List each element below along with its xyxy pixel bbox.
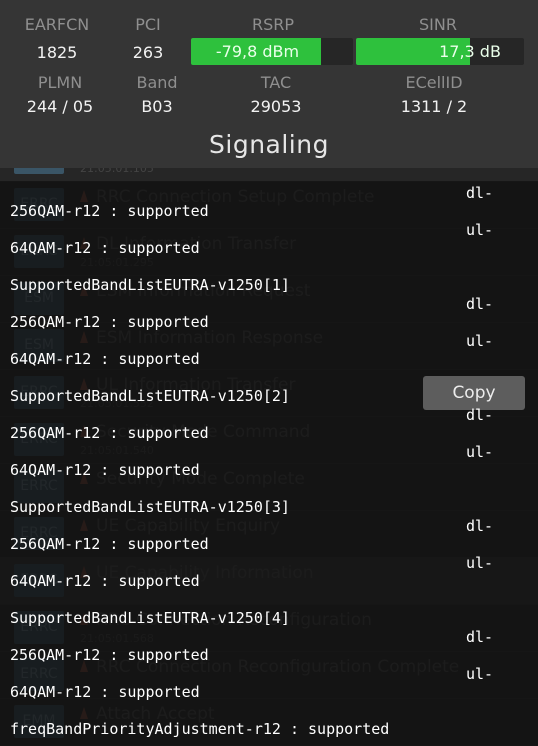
earfcn-label: EARFCN	[24, 15, 90, 34]
pci-value: 263	[132, 43, 164, 62]
detail-line: 64QAM-r12 : supported	[10, 350, 200, 368]
detail-line: SupportedBandListEUTRA-v1250[4]	[10, 609, 290, 627]
detail-line: 64QAM-r12 : supported	[10, 572, 200, 590]
detail-side-text: dl-	[466, 295, 494, 313]
list-item[interactable]: 21:05:01.105	[0, 168, 538, 182]
detail-line: 64QAM-r12 : supported	[10, 239, 200, 257]
detail-line: 64QAM-r12 : supported	[10, 683, 200, 701]
detail-line: 64QAM-r12 : supported	[10, 461, 200, 479]
ecellid-value: 1311 / 2	[400, 97, 468, 116]
message-detail-overlay: Copy 256QAM-r12 : supported 64QAM-r12 : s…	[0, 181, 538, 746]
message-type-badge	[14, 168, 64, 174]
pci-label: PCI	[135, 15, 161, 34]
detail-line: 256QAM-r12 : supported	[10, 646, 209, 664]
detail-side-text: dl-	[466, 628, 494, 646]
rsrp-label: RSRP	[251, 15, 295, 34]
tac-value: 29053	[250, 97, 302, 116]
detail-line: 256QAM-r12 : supported	[10, 313, 209, 331]
earfcn-value: 1825	[36, 43, 78, 62]
detail-side-text: ul-	[466, 665, 494, 683]
detail-line: SupportedBandListEUTRA-v1250[2]	[10, 387, 290, 405]
detail-line: SupportedBandListEUTRA-v1250[1]	[10, 276, 290, 294]
ecellid-label: ECellID	[405, 73, 463, 92]
band-label: Band	[136, 73, 178, 92]
detail-side-text: ul-	[466, 443, 494, 461]
detail-line: 256QAM-r12 : supported	[10, 535, 209, 553]
rsrp-bar: -79,8 dBm	[191, 38, 353, 65]
copy-button[interactable]: Copy	[423, 376, 525, 410]
detail-side-text: dl-	[466, 406, 494, 424]
plmn-label: PLMN	[37, 73, 83, 92]
detail-side-text: ul-	[466, 554, 494, 572]
detail-line: 256QAM-r12 : supported	[10, 202, 209, 220]
detail-side-text: ul-	[466, 332, 494, 350]
tac-label: TAC	[260, 73, 292, 92]
sinr-value: 17,3 dB	[439, 42, 501, 61]
page-title: Signaling	[209, 130, 329, 159]
sinr-bar: 17,3 dB	[356, 38, 524, 65]
message-time: 21:05:01.105	[80, 168, 154, 175]
detail-side-text: dl-	[466, 184, 494, 202]
detail-line: 256QAM-r12 : supported	[10, 424, 209, 442]
detail-side-text: ul-	[466, 221, 494, 239]
band-value: B03	[141, 97, 173, 116]
detail-side-text: dl-	[466, 517, 494, 535]
detail-line: SupportedBandListEUTRA-v1250[3]	[10, 498, 290, 516]
sinr-label: SINR	[419, 15, 457, 34]
rsrp-value: -79,8 dBm	[215, 42, 300, 61]
plmn-value: 244 / 05	[26, 97, 94, 116]
detail-line: freqBandPriorityAdjustment-r12 : support…	[10, 720, 390, 738]
